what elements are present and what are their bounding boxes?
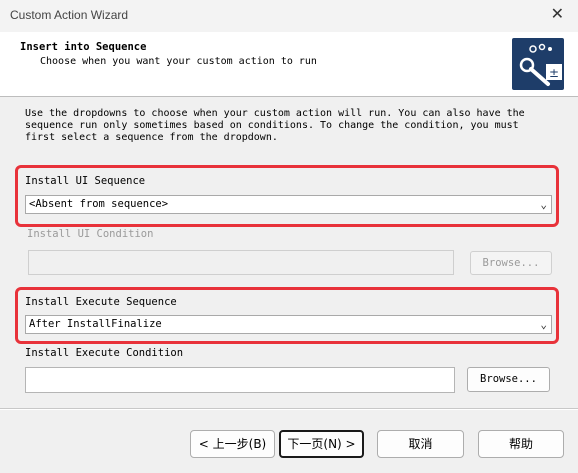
ui-condition-browse-button: Browse... xyxy=(470,251,552,275)
wizard-header: Insert into Sequence Choose when you wan… xyxy=(0,32,578,97)
help-button[interactable]: 帮助 xyxy=(478,430,564,458)
description-line: Use the dropdowns to choose when your cu… xyxy=(25,108,525,119)
execute-condition-browse-button[interactable]: Browse... xyxy=(467,367,550,392)
page-title: Insert into Sequence xyxy=(20,41,147,53)
description: Use the dropdowns to choose when your cu… xyxy=(25,108,550,144)
ui-sequence-dropdown[interactable]: <Absent from sequence> ⌄ xyxy=(25,195,552,214)
ui-condition-field xyxy=(28,250,454,275)
window-title: Custom Action Wizard xyxy=(10,8,129,22)
close-icon[interactable]: ✕ xyxy=(551,5,564,25)
back-button[interactable]: < 上一步(B) xyxy=(190,430,275,458)
execute-condition-field[interactable] xyxy=(25,367,455,393)
description-line: first select a sequence from the dropdow… xyxy=(25,132,278,143)
chevron-down-icon: ⌄ xyxy=(540,198,547,211)
svg-text:±: ± xyxy=(549,66,559,80)
execute-sequence-label: Install Execute Sequence xyxy=(25,296,177,308)
execute-condition-label: Install Execute Condition xyxy=(25,347,184,359)
ui-sequence-value: <Absent from sequence> xyxy=(29,198,169,210)
cancel-button[interactable]: 取消 xyxy=(377,430,464,458)
chevron-down-icon: ⌄ xyxy=(540,318,547,331)
description-line: sequence run only sometimes based on con… xyxy=(25,120,519,131)
wizard-custom-action-icon: ± xyxy=(512,38,564,90)
footer-separator-highlight xyxy=(0,409,578,410)
title-bar: Custom Action Wizard ✕ xyxy=(0,0,578,32)
execute-sequence-dropdown[interactable]: After InstallFinalize ⌄ xyxy=(25,315,552,334)
ui-sequence-label: Install UI Sequence xyxy=(25,175,146,187)
ui-condition-label: Install UI Condition xyxy=(27,228,154,240)
page-subtitle: Choose when you want your custom action … xyxy=(40,56,317,67)
next-button[interactable]: 下一页(N) > xyxy=(279,430,364,458)
execute-sequence-value: After InstallFinalize xyxy=(29,318,162,330)
